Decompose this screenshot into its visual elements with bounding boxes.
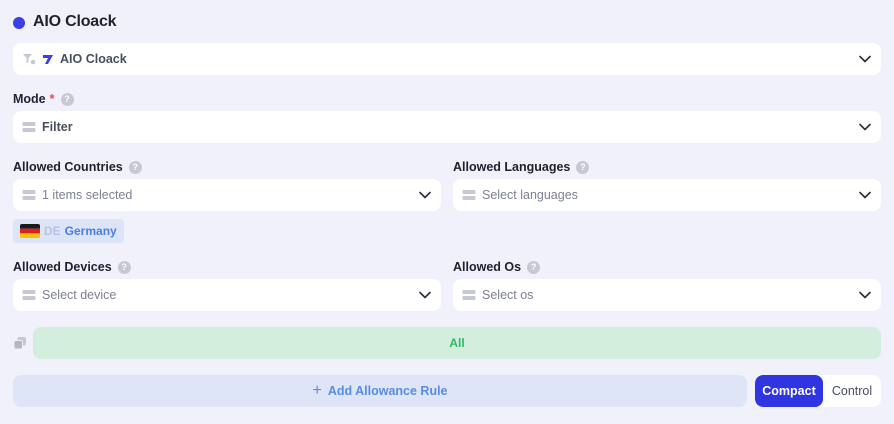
chevron-down-icon [419,291,431,299]
devices-label-text: Allowed Devices [13,260,112,274]
help-icon[interactable]: ? [117,260,131,274]
devices-placeholder: Select device [42,288,117,302]
germany-flag-icon [20,224,40,238]
copy-icon[interactable] [13,336,27,350]
chevron-down-icon [859,55,871,63]
help-icon[interactable]: ? [60,92,74,106]
view-mode-toggle[interactable]: Compact Control [755,375,881,407]
os-label-text: Allowed Os [453,260,522,274]
chevron-down-icon [859,291,871,299]
list-icon [22,122,36,132]
devices-label: Allowed Devices ? [13,260,131,274]
status-dot [13,17,25,29]
chevron-down-icon [419,191,431,199]
list-icon [462,290,476,300]
control-option[interactable]: Control [823,375,881,407]
mode-value: Filter [42,120,73,134]
help-icon[interactable]: ? [527,260,541,274]
languages-label-text: Allowed Languages [453,160,571,174]
required-mark: * [49,92,55,106]
country-chip-germany[interactable]: DE Germany [13,219,124,243]
languages-label: Allowed Languages ? [453,160,590,174]
plus-icon: + [312,382,322,399]
aio-logo-icon [43,55,53,64]
compact-option[interactable]: Compact [755,375,823,407]
os-label: Allowed Os ? [453,260,541,274]
languages-select[interactable]: Select languages [453,179,881,211]
os-select[interactable]: Select os [453,279,881,311]
mode-select[interactable]: Filter [13,111,881,143]
mode-label: Mode * ? [13,92,74,106]
help-icon[interactable]: ? [576,160,590,174]
devices-select[interactable]: Select device [13,279,441,311]
integration-select[interactable]: AIO Cloack [13,43,881,75]
add-allowance-rule-button[interactable]: + Add Allowance Rule [13,375,747,407]
os-placeholder: Select os [482,288,534,302]
mode-label-text: Mode [13,92,46,106]
integration-value: AIO Cloack [60,52,127,66]
chip-country-name: Germany [64,224,117,238]
help-icon[interactable]: ? [128,160,142,174]
list-icon [462,190,476,200]
list-icon [22,190,36,200]
countries-label: Allowed Countries ? [13,160,142,174]
rule-all-bar[interactable]: All [33,327,881,359]
countries-select[interactable]: 1 items selected [13,179,441,211]
countries-value: 1 items selected [42,188,133,202]
languages-placeholder: Select languages [482,188,578,202]
countries-label-text: Allowed Countries [13,160,123,174]
section-title: AIO Cloack [33,13,117,30]
add-allowance-rule-label: Add Allowance Rule [327,384,448,398]
filter-icon [23,54,36,65]
chip-country-code: DE [44,224,61,238]
chevron-down-icon [859,191,871,199]
chevron-down-icon [859,123,871,131]
list-icon [22,290,36,300]
